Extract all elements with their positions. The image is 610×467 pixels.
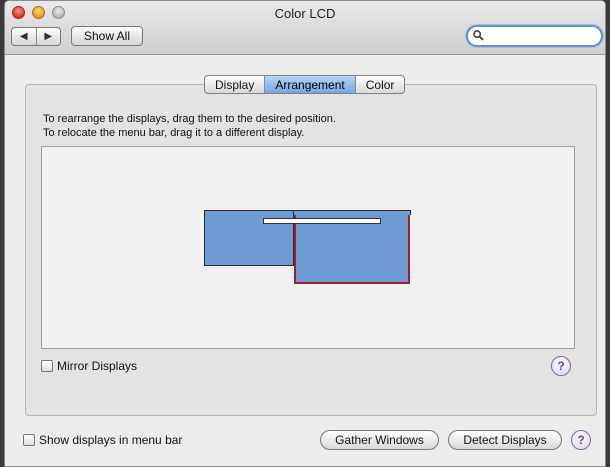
back-button[interactable]: ◀ xyxy=(12,28,37,45)
back-forward-control: ◀ ▶ xyxy=(11,27,61,46)
help-button-panel[interactable]: ? xyxy=(551,356,571,376)
tab-display[interactable]: Display xyxy=(205,76,266,93)
instruction-line-1: To rearrange the displays, drag them to … xyxy=(43,113,336,125)
search-icon xyxy=(473,30,484,41)
display-arrangement-area xyxy=(41,146,575,349)
preferences-window: Color LCD ◀ ▶ Show All Display Arrangeme… xyxy=(4,0,606,467)
help-button-footer[interactable]: ? xyxy=(571,430,591,450)
detect-displays-button[interactable]: Detect Displays xyxy=(448,430,562,450)
show-in-menu-bar-label: Show displays in menu bar xyxy=(39,433,183,447)
tab-color[interactable]: Color xyxy=(356,76,405,93)
gather-windows-button[interactable]: Gather Windows xyxy=(320,430,439,450)
mirror-displays-checkbox[interactable] xyxy=(41,360,53,372)
forward-button[interactable]: ▶ xyxy=(37,28,61,45)
mirror-displays-label: Mirror Displays xyxy=(57,359,138,373)
instruction-line-2: To relocate the menu bar, drag it to a d… xyxy=(43,127,305,139)
search-field[interactable] xyxy=(466,25,603,47)
instructions: To rearrange the displays, drag them to … xyxy=(43,112,336,140)
show-all-button[interactable]: Show All xyxy=(71,26,143,46)
tab-bar: Display Arrangement Color xyxy=(204,75,406,94)
mirror-displays-row[interactable]: Mirror Displays xyxy=(41,359,137,373)
show-in-menu-bar-checkbox[interactable] xyxy=(23,434,35,446)
window-title: Color LCD xyxy=(274,6,336,21)
main-display-top-edge xyxy=(293,210,411,215)
title-bar: Color LCD ◀ ▶ Show All xyxy=(5,1,605,55)
show-in-menu-bar-row[interactable]: Show displays in menu bar xyxy=(23,433,182,447)
tab-arrangement[interactable]: Arrangement xyxy=(265,76,356,93)
menu-bar-handle[interactable] xyxy=(263,218,381,224)
